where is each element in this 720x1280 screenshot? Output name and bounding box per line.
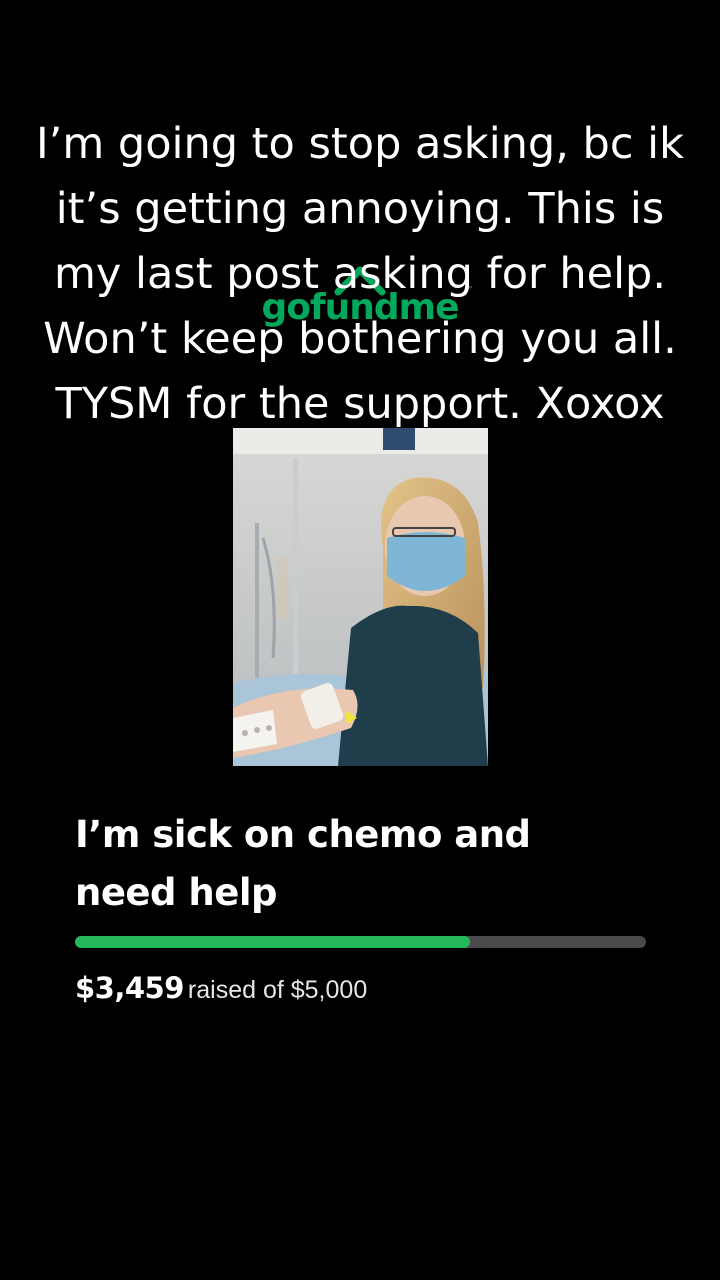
amount-raised: $3,459 xyxy=(75,971,184,1005)
campaign-title: I’m sick on chemo and need help xyxy=(75,813,531,914)
overlay-caption: I’m going to stop asking, bc ik it’s get… xyxy=(36,119,684,429)
progress-fill xyxy=(75,936,471,948)
goal-text: raised of $5,000 xyxy=(187,976,368,1004)
campaign-photo xyxy=(233,428,488,766)
amount-summary: $3,459 raised of $5,000 xyxy=(75,971,367,1005)
progress-bar xyxy=(75,936,646,948)
